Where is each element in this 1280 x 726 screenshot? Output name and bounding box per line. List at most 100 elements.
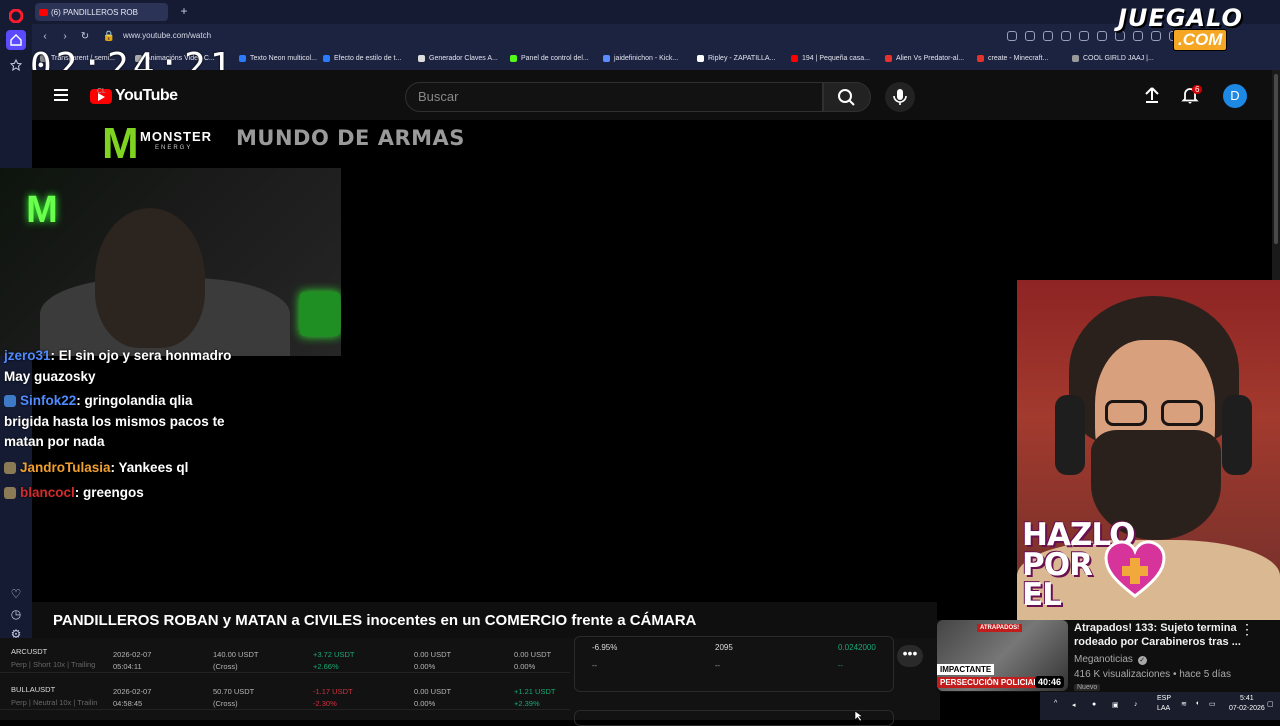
more-button[interactable]: ••• — [897, 645, 923, 667]
table-row[interactable]: ARCUSDT Perp | Short 10x | Trailing 2026… — [0, 638, 570, 673]
clock-date[interactable]: 07-02-2026 — [1229, 705, 1265, 712]
value-a: 0.00 USDT — [414, 687, 452, 696]
play-icon[interactable] — [1079, 31, 1089, 41]
bookmark-item[interactable]: Alien Vs Predator-al... — [885, 55, 964, 62]
back-button[interactable]: ‹ — [38, 30, 52, 44]
tray-app-icon[interactable]: ◂ — [1072, 701, 1076, 709]
new-tab-button[interactable]: + — [178, 5, 190, 17]
pair-name: ARCUSDT — [11, 647, 48, 656]
pnl: +3.72 USDT — [313, 650, 355, 659]
camera-icon[interactable] — [1043, 31, 1053, 41]
table-row[interactable]: BULLAUSDT Perp | Neutral 10x | Trailin 2… — [0, 675, 570, 710]
bookmark-label: Texto Neon multicol... — [250, 55, 317, 62]
dash: -- — [592, 661, 597, 670]
headphones-icon — [1055, 395, 1085, 475]
opera-logo-icon[interactable] — [6, 6, 26, 26]
bookmark-label: Efecto de estilo de t... — [334, 55, 402, 62]
video-meta: 416 K visualizaciones • hace 5 días — [1074, 669, 1231, 680]
bookmark-label: Panel de control del... — [521, 55, 589, 62]
bookmark-favicon-icon — [323, 55, 330, 62]
bookmark-label: Alien Vs Predator-al... — [896, 55, 965, 62]
user-badge-icon — [4, 462, 16, 474]
heart-icon[interactable]: ♡ — [6, 584, 26, 604]
pnl: -1.17 USDT — [313, 687, 353, 696]
wifi-icon[interactable]: ≋ — [1181, 700, 1187, 708]
trading-table: ARCUSDT Perp | Short 10x | Trailing 2026… — [0, 636, 940, 726]
dash: -- — [838, 661, 843, 670]
monster-claw-icon: M — [102, 119, 139, 168]
monster-sub: ENERGY — [155, 145, 193, 151]
bookmark-item[interactable]: jaidefinichon - Kick... — [603, 55, 678, 62]
bookmark-favicon-icon — [603, 55, 610, 62]
channel-name[interactable]: Meganoticias ✓ — [1074, 654, 1147, 665]
order-time: 05:04:11 — [113, 662, 142, 671]
scrollbar-thumb[interactable] — [1274, 74, 1278, 244]
margin: 50.70 USDT — [213, 687, 255, 696]
order-time: 04:58:45 — [113, 699, 143, 708]
bookmarks-sidebar-icon[interactable] — [6, 55, 26, 75]
chat-text: : Yankees ql — [110, 460, 189, 475]
edit-icon[interactable] — [1025, 31, 1035, 41]
bookmark-item[interactable]: COOL GIRLD JAAJ |... — [1072, 55, 1154, 62]
margin-mode: (Cross) — [213, 699, 238, 708]
bookmark-item[interactable]: Generador Claves A... — [418, 55, 498, 62]
clock-time[interactable]: 5:41 — [1240, 695, 1254, 702]
url-field[interactable]: www.youtube.com/watch — [123, 31, 211, 40]
tray-app-icon[interactable]: ▣ — [1112, 701, 1119, 709]
order-date: 2026-02-07 — [113, 687, 152, 696]
recommended-video[interactable]: ATRAPADOS! IMPACTANTE PERSECUCIÓN POLICI… — [937, 620, 1280, 692]
microphone-tray-icon[interactable]: ♪ — [1134, 701, 1138, 708]
search-button[interactable] — [823, 82, 871, 112]
battery-icon[interactable]: ▭ — [1209, 700, 1216, 708]
juegalo-logo-bottom: .COM — [1173, 29, 1228, 51]
glasses-icon — [1105, 400, 1205, 426]
tray-app-icon[interactable]: ● — [1092, 701, 1096, 708]
avatar[interactable]: D — [1223, 84, 1247, 108]
bookmark-favicon-icon — [885, 55, 892, 62]
margin: 140.00 USDT — [213, 650, 259, 659]
search-box — [405, 82, 823, 112]
shield-icon[interactable] — [1061, 31, 1071, 41]
voice-search-button[interactable] — [885, 82, 915, 112]
juegalo-logo: JUEGALO .COM — [1118, 4, 1278, 51]
language-indicator[interactable]: ESP — [1157, 695, 1171, 702]
history-icon[interactable]: ◷ — [6, 604, 26, 624]
value-a-pct: 0.00% — [414, 699, 436, 708]
youtube-logo[interactable]: YouTube CL — [90, 87, 178, 105]
video-thumbnail[interactable]: ATRAPADOS! IMPACTANTE PERSECUCIÓN POLICI… — [937, 620, 1068, 691]
bookmark-item[interactable]: Panel de control del... — [510, 55, 589, 62]
volume-icon[interactable]: ◖ — [1195, 700, 1199, 707]
home-icon[interactable] — [6, 30, 26, 50]
chat-message: jzero31: El sin ojo y sera honmadro May … — [4, 346, 236, 387]
trade-count: 2095 — [715, 643, 733, 652]
bookmark-favicon-icon — [510, 55, 517, 62]
menu-icon[interactable] — [54, 89, 68, 101]
bookmark-item[interactable]: create - Minecraft... — [977, 55, 1048, 62]
bookmark-item[interactable]: 194 | Pequeña casa... — [791, 55, 870, 62]
reload-button[interactable]: ↻ — [78, 30, 92, 44]
more-options-icon[interactable]: ⋮ — [1240, 622, 1254, 638]
forward-button[interactable]: › — [58, 30, 72, 44]
bookmark-icon[interactable] — [1097, 31, 1107, 41]
keyboard-layout[interactable]: LAA — [1157, 705, 1170, 712]
tab-active[interactable]: (6) PANDILLEROS ROB — [35, 3, 168, 21]
tab-bar: (6) PANDILLEROS ROB + — [32, 0, 1280, 24]
bookmark-label: Ripley - ZAPATILLA... — [708, 55, 776, 62]
chat-username: blancocl — [20, 485, 75, 500]
page-scrollbar[interactable] — [1272, 70, 1280, 280]
bookmark-item[interactable]: Ripley - ZAPATILLA... — [697, 55, 775, 62]
bookmark-item[interactable]: Texto Neon multicol... — [239, 55, 317, 62]
change-pct: -6.95% — [592, 643, 618, 652]
youtube-header: YouTube CL 6 D — [32, 70, 1272, 120]
bookmark-label: COOL GIRLD JAAJ |... — [1083, 55, 1154, 62]
search-page-icon[interactable] — [1007, 31, 1017, 41]
create-button[interactable] — [1142, 85, 1162, 105]
notifications-tray-icon[interactable]: ▢ — [1267, 700, 1274, 708]
search-input[interactable] — [406, 83, 810, 110]
chat-text: : greengos — [74, 485, 144, 500]
bookmark-item[interactable]: Efecto de estilo de t... — [323, 55, 401, 62]
recommended-title[interactable]: Atrapados! 133: Sujeto termina rodeado p… — [1074, 621, 1244, 649]
view-count: 416 K visualizaciones — [1074, 669, 1171, 680]
chat-message: Sinfok22: gringolandia qlia brigida hast… — [4, 391, 236, 453]
tray-expand-icon[interactable]: ^ — [1054, 700, 1057, 707]
